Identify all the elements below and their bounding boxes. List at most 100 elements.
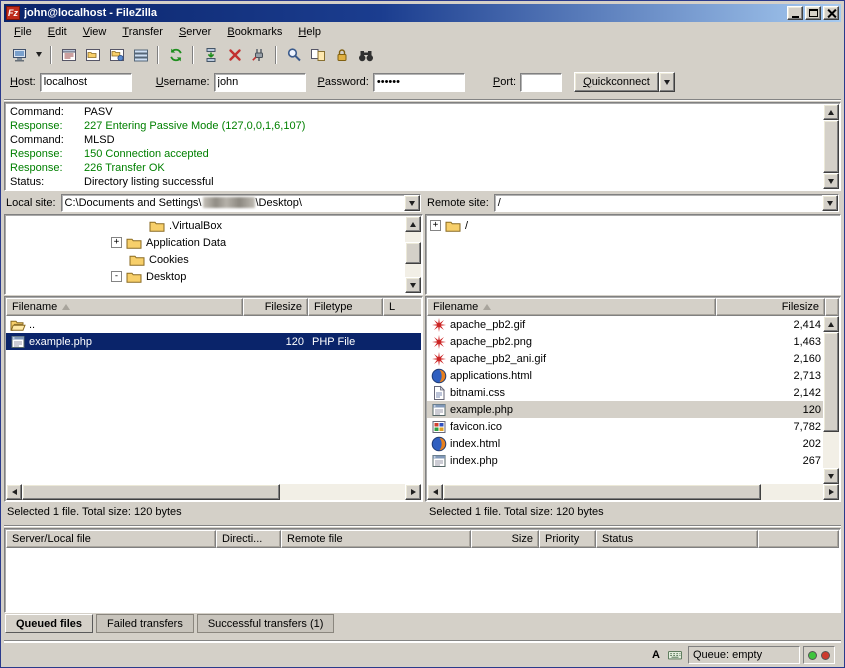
maximize-button[interactable] xyxy=(805,6,821,20)
local-column-header-filetype[interactable]: Filetype xyxy=(308,298,383,316)
local-tree-item[interactable]: +Application Data xyxy=(5,234,422,251)
local-path-combobox[interactable]: C:\Documents and Settings\\Desktop\ xyxy=(61,194,421,212)
remote-path-combobox[interactable]: / xyxy=(494,194,839,212)
menu-server[interactable]: Server xyxy=(171,23,219,41)
remote-file-row[interactable]: apache_pb2_ani.gif2,160 xyxy=(427,350,823,367)
scroll-right-button[interactable] xyxy=(823,484,839,500)
tab-successful-transfers-1-[interactable]: Successful transfers (1) xyxy=(197,614,335,633)
remote-file-row[interactable]: apache_pb2.png1,463 xyxy=(427,333,823,350)
remote-file-row[interactable]: bitnami.css2,142 xyxy=(427,384,823,401)
remote-path-dropdown[interactable] xyxy=(822,195,838,211)
local-tree-item[interactable]: .VirtualBox xyxy=(5,217,422,234)
local-column-header-l[interactable]: L xyxy=(383,298,421,316)
site-manager-dropdown[interactable] xyxy=(32,44,45,66)
file-cell: 2,142 xyxy=(716,384,823,401)
quickconnect-button[interactable]: Quickconnect xyxy=(574,72,659,92)
file-name-cell: favicon.ico xyxy=(427,418,716,435)
tree-expander[interactable]: + xyxy=(430,220,441,231)
queue-column-header-serverlocalfile[interactable]: Server/Local file xyxy=(6,530,216,548)
menu-edit[interactable]: Edit xyxy=(40,23,75,41)
local-tree-item[interactable]: Cookies xyxy=(5,251,422,268)
refresh-button[interactable] xyxy=(164,44,187,66)
scroll-up-button[interactable] xyxy=(405,216,421,232)
toolbar-separator xyxy=(157,46,159,64)
local-column-header-filesize[interactable]: Filesize xyxy=(243,298,308,316)
close-button[interactable] xyxy=(823,6,839,20)
remote-tree-item[interactable]: +/ xyxy=(426,217,840,234)
tab-failed-transfers[interactable]: Failed transfers xyxy=(96,614,194,633)
tree-expander[interactable]: + xyxy=(111,237,122,248)
title-bar[interactable]: Fz john@localhost - FileZilla xyxy=(4,4,841,22)
menu-bookmarks[interactable]: Bookmarks xyxy=(219,23,290,41)
toggle-log-button[interactable] xyxy=(57,44,80,66)
scrollbar-thumb[interactable] xyxy=(443,484,761,500)
port-input[interactable] xyxy=(520,73,562,92)
site-manager-button[interactable] xyxy=(8,44,31,66)
remote-file-row[interactable]: favicon.ico7,782 xyxy=(427,418,823,435)
tab-queued-files[interactable]: Queued files xyxy=(5,614,93,633)
password-input[interactable] xyxy=(373,73,465,92)
queue-column-header-directi[interactable]: Directi... xyxy=(216,530,281,548)
log-vertical-scrollbar[interactable] xyxy=(823,104,839,189)
scroll-up-button[interactable] xyxy=(823,104,839,120)
scrollbar-thumb[interactable] xyxy=(823,120,839,173)
menu-view[interactable]: View xyxy=(75,23,115,41)
tree-expander[interactable]: - xyxy=(111,271,122,282)
queue-column-header-remotefile[interactable]: Remote file xyxy=(281,530,471,548)
username-input[interactable] xyxy=(214,73,306,92)
local-file-row[interactable]: .. xyxy=(6,316,421,333)
filter-button[interactable] xyxy=(282,44,305,66)
transfer-type-indicator[interactable]: A xyxy=(650,646,662,664)
file-name-cell: bitnami.css xyxy=(427,384,716,401)
menu-help[interactable]: Help xyxy=(290,23,329,41)
scroll-down-button[interactable] xyxy=(823,173,839,189)
toggle-queue-button[interactable] xyxy=(129,44,152,66)
quickconnect-dropdown[interactable] xyxy=(659,72,675,92)
local-site-label: Local site: xyxy=(6,197,56,209)
queue-column-header-priority[interactable]: Priority xyxy=(539,530,596,548)
remote-file-row[interactable]: applications.html2,713 xyxy=(427,367,823,384)
local-tree-scrollbar[interactable] xyxy=(405,216,421,293)
maximize-icon xyxy=(809,9,818,17)
scroll-up-icon xyxy=(410,222,416,227)
local-column-header-filename[interactable]: Filename xyxy=(6,298,243,316)
scroll-down-button[interactable] xyxy=(405,277,421,293)
local-path-dropdown[interactable] xyxy=(404,195,420,211)
compare-button[interactable] xyxy=(306,44,329,66)
remote-file-row[interactable]: index.php267 xyxy=(427,452,823,469)
host-input[interactable] xyxy=(40,73,132,92)
remote-tree-rows: +/ xyxy=(426,217,840,234)
remote-file-row[interactable]: apache_pb2.gif2,414 xyxy=(427,316,823,333)
remote-horizontal-scrollbar[interactable] xyxy=(427,484,839,500)
scrollbar-thumb[interactable] xyxy=(823,332,839,432)
scroll-left-button[interactable] xyxy=(6,484,22,500)
minimize-button[interactable] xyxy=(787,6,803,20)
scroll-right-icon xyxy=(411,489,416,495)
local-file-row[interactable]: example.php120PHP File xyxy=(6,333,421,350)
local-horizontal-scrollbar[interactable] xyxy=(6,484,421,500)
toggle-remote-tree-button[interactable] xyxy=(105,44,128,66)
scroll-right-button[interactable] xyxy=(405,484,421,500)
queue-column-header-size[interactable]: Size xyxy=(471,530,539,548)
menu-transfer[interactable]: Transfer xyxy=(114,23,171,41)
scrollbar-thumb[interactable] xyxy=(22,484,280,500)
scroll-down-button[interactable] xyxy=(823,468,839,484)
remote-column-header-filesize[interactable]: Filesize xyxy=(716,298,825,316)
remote-file-row[interactable]: example.php120 xyxy=(427,401,823,418)
disconnect-button[interactable] xyxy=(247,44,270,66)
queue-column-header-status[interactable]: Status xyxy=(596,530,758,548)
sync-browsing-button[interactable] xyxy=(330,44,353,66)
scroll-up-button[interactable] xyxy=(823,316,839,332)
scroll-left-button[interactable] xyxy=(427,484,443,500)
remote-file-row[interactable]: index.html202 xyxy=(427,435,823,452)
toggle-local-tree-button[interactable] xyxy=(81,44,104,66)
remote-vertical-scrollbar[interactable] xyxy=(823,316,839,484)
process-queue-button[interactable] xyxy=(199,44,222,66)
remote-column-header-filename[interactable]: Filename xyxy=(427,298,716,316)
local-tree-item[interactable]: -Desktop xyxy=(5,268,422,285)
scrollbar-thumb[interactable] xyxy=(405,242,421,264)
find-button[interactable] xyxy=(354,44,377,66)
input-indicator[interactable] xyxy=(665,646,685,664)
menu-file[interactable]: File xyxy=(6,23,40,41)
cancel-button[interactable] xyxy=(223,44,246,66)
